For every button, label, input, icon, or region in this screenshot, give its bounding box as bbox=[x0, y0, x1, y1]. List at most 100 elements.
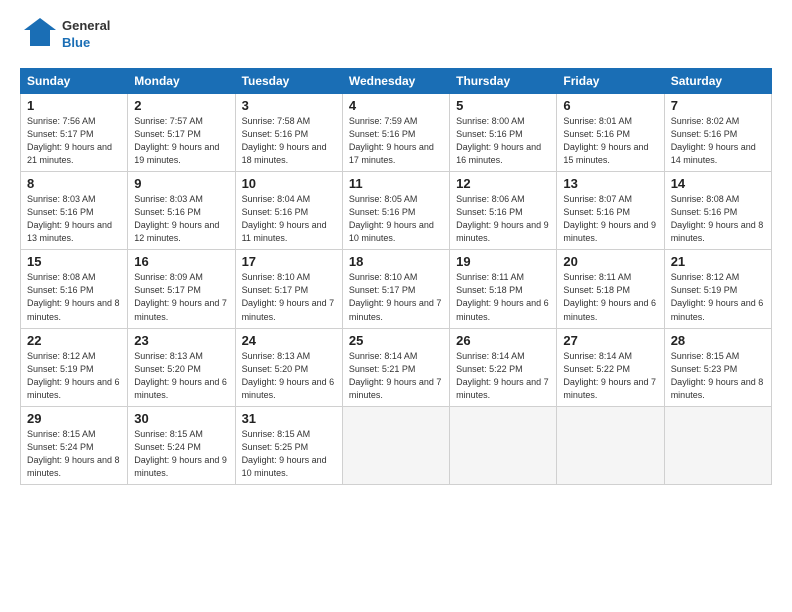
calendar-cell: 16 Sunrise: 8:09 AMSunset: 5:17 PMDayligh… bbox=[128, 250, 235, 328]
day-number: 6 bbox=[563, 98, 657, 113]
day-number: 31 bbox=[242, 411, 336, 426]
day-number: 10 bbox=[242, 176, 336, 191]
calendar-cell bbox=[450, 406, 557, 484]
calendar-cell: 9 Sunrise: 8:03 AMSunset: 5:16 PMDaylight… bbox=[128, 172, 235, 250]
col-sunday: Sunday bbox=[21, 69, 128, 94]
day-info: Sunrise: 8:04 AMSunset: 5:16 PMDaylight:… bbox=[242, 193, 336, 245]
header-row: Sunday Monday Tuesday Wednesday Thursday… bbox=[21, 69, 772, 94]
day-info: Sunrise: 7:57 AMSunset: 5:17 PMDaylight:… bbox=[134, 115, 228, 167]
calendar-cell bbox=[664, 406, 771, 484]
table-row: 15 Sunrise: 8:08 AMSunset: 5:16 PMDayligh… bbox=[21, 250, 772, 328]
calendar-cell: 30 Sunrise: 8:15 AMSunset: 5:24 PMDayligh… bbox=[128, 406, 235, 484]
calendar-cell: 3 Sunrise: 7:58 AMSunset: 5:16 PMDaylight… bbox=[235, 94, 342, 172]
day-number: 25 bbox=[349, 333, 443, 348]
calendar-cell: 13 Sunrise: 8:07 AMSunset: 5:16 PMDayligh… bbox=[557, 172, 664, 250]
day-info: Sunrise: 8:07 AMSunset: 5:16 PMDaylight:… bbox=[563, 193, 657, 245]
day-info: Sunrise: 8:10 AMSunset: 5:17 PMDaylight:… bbox=[242, 271, 336, 323]
day-number: 19 bbox=[456, 254, 550, 269]
day-number: 5 bbox=[456, 98, 550, 113]
day-info: Sunrise: 8:10 AMSunset: 5:17 PMDaylight:… bbox=[349, 271, 443, 323]
calendar-body: 1Sunrise: 7:56 AMSunset: 5:17 PMDaylight… bbox=[21, 94, 772, 485]
day-number: 17 bbox=[242, 254, 336, 269]
day-number: 21 bbox=[671, 254, 765, 269]
day-number: 15 bbox=[27, 254, 121, 269]
day-number: 27 bbox=[563, 333, 657, 348]
col-thursday: Thursday bbox=[450, 69, 557, 94]
day-info: Sunrise: 8:01 AMSunset: 5:16 PMDaylight:… bbox=[563, 115, 657, 167]
day-number: 20 bbox=[563, 254, 657, 269]
day-info: Sunrise: 8:12 AMSunset: 5:19 PMDaylight:… bbox=[27, 350, 121, 402]
calendar-cell: 19Sunrise: 8:11 AMSunset: 5:18 PMDayligh… bbox=[450, 250, 557, 328]
calendar-cell: 26 Sunrise: 8:14 AMSunset: 5:22 PMDayligh… bbox=[450, 328, 557, 406]
day-info: Sunrise: 8:08 AMSunset: 5:16 PMDaylight:… bbox=[27, 271, 121, 323]
calendar-cell: 2Sunrise: 7:57 AMSunset: 5:17 PMDaylight… bbox=[128, 94, 235, 172]
day-info: Sunrise: 8:06 AMSunset: 5:16 PMDaylight:… bbox=[456, 193, 550, 245]
calendar-cell: 20 Sunrise: 8:11 AMSunset: 5:18 PMDayligh… bbox=[557, 250, 664, 328]
table-row: 1Sunrise: 7:56 AMSunset: 5:17 PMDaylight… bbox=[21, 94, 772, 172]
day-info: Sunrise: 8:09 AMSunset: 5:17 PMDaylight:… bbox=[134, 271, 228, 323]
day-info: Sunrise: 8:14 AMSunset: 5:22 PMDaylight:… bbox=[563, 350, 657, 402]
calendar-cell: 23 Sunrise: 8:13 AMSunset: 5:20 PMDayligh… bbox=[128, 328, 235, 406]
day-info: Sunrise: 8:11 AMSunset: 5:18 PMDaylight:… bbox=[563, 271, 657, 323]
calendar-cell: 28 Sunrise: 8:15 AMSunset: 5:23 PMDayligh… bbox=[664, 328, 771, 406]
day-info: Sunrise: 8:15 AMSunset: 5:24 PMDaylight:… bbox=[134, 428, 228, 480]
calendar-cell: 14Sunrise: 8:08 AMSunset: 5:16 PMDayligh… bbox=[664, 172, 771, 250]
calendar-cell: 5 Sunrise: 8:00 AMSunset: 5:16 PMDaylight… bbox=[450, 94, 557, 172]
day-number: 28 bbox=[671, 333, 765, 348]
day-number: 8 bbox=[27, 176, 121, 191]
day-info: Sunrise: 7:58 AMSunset: 5:16 PMDaylight:… bbox=[242, 115, 336, 167]
calendar-cell: 11 Sunrise: 8:05 AMSunset: 5:16 PMDayligh… bbox=[342, 172, 449, 250]
calendar-cell: 29Sunrise: 8:15 AMSunset: 5:24 PMDayligh… bbox=[21, 406, 128, 484]
day-info: Sunrise: 8:12 AMSunset: 5:19 PMDaylight:… bbox=[671, 271, 765, 323]
day-number: 30 bbox=[134, 411, 228, 426]
calendar-cell: 8 Sunrise: 8:03 AMSunset: 5:16 PMDaylight… bbox=[21, 172, 128, 250]
day-number: 7 bbox=[671, 98, 765, 113]
calendar-table: Sunday Monday Tuesday Wednesday Thursday… bbox=[20, 68, 772, 485]
day-info: Sunrise: 8:15 AMSunset: 5:25 PMDaylight:… bbox=[242, 428, 336, 480]
calendar-cell: 21 Sunrise: 8:12 AMSunset: 5:19 PMDayligh… bbox=[664, 250, 771, 328]
calendar-cell: 7Sunrise: 8:02 AMSunset: 5:16 PMDaylight… bbox=[664, 94, 771, 172]
page-header: General Blue bbox=[20, 16, 772, 54]
day-info: Sunrise: 8:15 AMSunset: 5:23 PMDaylight:… bbox=[671, 350, 765, 402]
day-number: 14 bbox=[671, 176, 765, 191]
day-number: 11 bbox=[349, 176, 443, 191]
col-friday: Friday bbox=[557, 69, 664, 94]
calendar-cell: 1Sunrise: 7:56 AMSunset: 5:17 PMDaylight… bbox=[21, 94, 128, 172]
calendar-cell: 10 Sunrise: 8:04 AMSunset: 5:16 PMDayligh… bbox=[235, 172, 342, 250]
calendar-cell: 18 Sunrise: 8:10 AMSunset: 5:17 PMDayligh… bbox=[342, 250, 449, 328]
logo: General Blue bbox=[20, 16, 110, 54]
calendar-cell: 6 Sunrise: 8:01 AMSunset: 5:16 PMDaylight… bbox=[557, 94, 664, 172]
day-number: 26 bbox=[456, 333, 550, 348]
calendar-cell: 12 Sunrise: 8:06 AMSunset: 5:16 PMDayligh… bbox=[450, 172, 557, 250]
day-number: 18 bbox=[349, 254, 443, 269]
calendar-cell: 15 Sunrise: 8:08 AMSunset: 5:16 PMDayligh… bbox=[21, 250, 128, 328]
table-row: 29Sunrise: 8:15 AMSunset: 5:24 PMDayligh… bbox=[21, 406, 772, 484]
day-number: 9 bbox=[134, 176, 228, 191]
day-info: Sunrise: 8:03 AMSunset: 5:16 PMDaylight:… bbox=[134, 193, 228, 245]
calendar-cell: 24Sunrise: 8:13 AMSunset: 5:20 PMDayligh… bbox=[235, 328, 342, 406]
calendar-cell: 22Sunrise: 8:12 AMSunset: 5:19 PMDayligh… bbox=[21, 328, 128, 406]
calendar-cell: 4Sunrise: 7:59 AMSunset: 5:16 PMDaylight… bbox=[342, 94, 449, 172]
day-info: Sunrise: 8:14 AMSunset: 5:21 PMDaylight:… bbox=[349, 350, 443, 402]
day-number: 23 bbox=[134, 333, 228, 348]
table-row: 22Sunrise: 8:12 AMSunset: 5:19 PMDayligh… bbox=[21, 328, 772, 406]
calendar-cell: 17 Sunrise: 8:10 AMSunset: 5:17 PMDayligh… bbox=[235, 250, 342, 328]
day-info: Sunrise: 7:56 AMSunset: 5:17 PMDaylight:… bbox=[27, 115, 121, 167]
day-number: 16 bbox=[134, 254, 228, 269]
col-tuesday: Tuesday bbox=[235, 69, 342, 94]
page-container: General Blue Sunday Monday Tuesday Wedne… bbox=[0, 0, 792, 497]
calendar-cell bbox=[342, 406, 449, 484]
calendar-cell: 25 Sunrise: 8:14 AMSunset: 5:21 PMDayligh… bbox=[342, 328, 449, 406]
day-number: 12 bbox=[456, 176, 550, 191]
day-number: 3 bbox=[242, 98, 336, 113]
col-monday: Monday bbox=[128, 69, 235, 94]
day-info: Sunrise: 8:03 AMSunset: 5:16 PMDaylight:… bbox=[27, 193, 121, 245]
day-info: Sunrise: 8:05 AMSunset: 5:16 PMDaylight:… bbox=[349, 193, 443, 245]
day-info: Sunrise: 8:14 AMSunset: 5:22 PMDaylight:… bbox=[456, 350, 550, 402]
table-row: 8 Sunrise: 8:03 AMSunset: 5:16 PMDaylight… bbox=[21, 172, 772, 250]
day-info: Sunrise: 8:13 AMSunset: 5:20 PMDaylight:… bbox=[242, 350, 336, 402]
day-info: Sunrise: 8:00 AMSunset: 5:16 PMDaylight:… bbox=[456, 115, 550, 167]
day-info: Sunrise: 7:59 AMSunset: 5:16 PMDaylight:… bbox=[349, 115, 443, 167]
day-info: Sunrise: 8:13 AMSunset: 5:20 PMDaylight:… bbox=[134, 350, 228, 402]
day-number: 13 bbox=[563, 176, 657, 191]
